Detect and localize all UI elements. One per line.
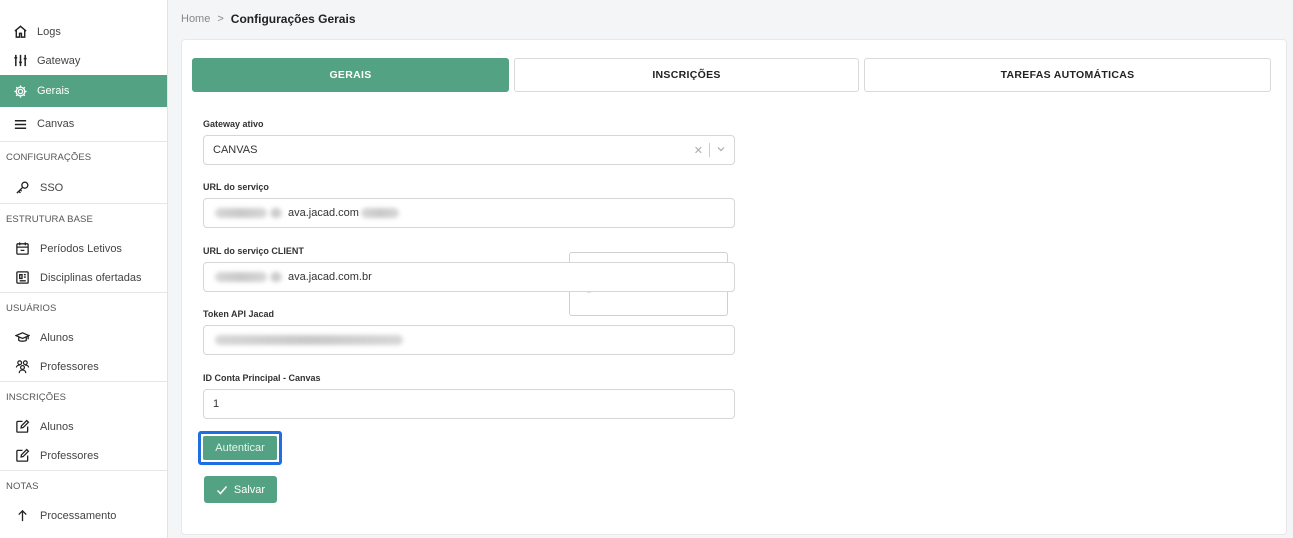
select-divider	[709, 143, 710, 157]
redacted-text	[270, 208, 282, 218]
gateway-select[interactable]: CANVAS ✕	[203, 135, 735, 165]
sidebar-item-usuarios-alunos[interactable]: Alunos	[0, 323, 167, 352]
save-label: Salvar	[233, 483, 266, 496]
conta-input[interactable]: 1	[203, 389, 735, 419]
redacted-text	[270, 272, 282, 282]
sidebar-item-label: Canvas	[37, 118, 75, 130]
sidebar-item-label: Disciplinas ofertadas	[40, 271, 142, 284]
arrow-up-icon	[14, 508, 30, 524]
sidebar-item-usuarios-professores[interactable]: Professores	[0, 352, 167, 381]
save-button[interactable]: Salvar	[204, 476, 277, 503]
sidebar-item-disciplinas-ofertadas[interactable]: Disciplinas ofertadas	[0, 263, 167, 292]
sidebar-item-label: Alunos	[40, 420, 74, 433]
sidebar-item-label: Professores	[40, 360, 99, 373]
sidebar-item-gateway[interactable]: Gateway	[0, 46, 167, 75]
url-client-label: URL do serviço CLIENT	[203, 246, 304, 256]
url-servico-input[interactable]: ava.jacad.com	[203, 198, 735, 228]
page-title: Configurações Gerais	[230, 12, 356, 26]
url-servico-label: URL do serviço	[203, 182, 269, 192]
section-estrutura-base: ESTRUTURA BASE	[0, 203, 167, 234]
redacted-text	[215, 208, 267, 218]
sidebar-item-label: Gateway	[37, 54, 81, 67]
authenticate-button[interactable]: Autenticar	[203, 436, 277, 460]
sidebar-item-inscricoes-alunos[interactable]: Alunos	[0, 412, 167, 441]
conta-value: 1	[213, 398, 220, 410]
key-icon	[14, 180, 30, 196]
redacted-text	[215, 272, 267, 282]
sidebar-item-periodos-letivos[interactable]: Períodos Letivos	[0, 234, 167, 263]
section-configuracoes: CONFIGURAÇÕES	[0, 141, 167, 172]
check-icon	[216, 484, 228, 496]
tab-inscricoes[interactable]: INSCRIÇÕES	[514, 58, 859, 92]
sidebar-item-label: SSO	[40, 181, 64, 194]
section-usuarios: USUÁRIOS	[0, 292, 167, 323]
redacted-text	[360, 208, 399, 218]
url-client-input[interactable]: ava.jacad.com.br	[203, 262, 735, 292]
clear-icon[interactable]: ✕	[694, 144, 703, 157]
tab-gerais[interactable]: GERAIS	[192, 58, 509, 92]
gateway-label: Gateway ativo	[203, 119, 264, 129]
sidebar-item-inscricoes-professores[interactable]: Professores	[0, 441, 167, 470]
sidebar-item-label: Alunos	[40, 331, 74, 344]
sidebar-item-sso[interactable]: SSO	[0, 172, 167, 203]
url-client-value: ava.jacad.com.br	[288, 271, 372, 283]
book-icon	[14, 270, 30, 286]
sliders-icon	[12, 53, 28, 69]
home-icon	[12, 24, 28, 40]
tab-bar: GERAIS INSCRIÇÕES TAREFAS AUTOMÁTICAS	[192, 58, 1271, 92]
breadcrumb-home[interactable]: Home	[181, 13, 210, 25]
sidebar-item-label: Logs	[37, 25, 61, 38]
sidebar-item-processamento[interactable]: Processamento	[0, 501, 167, 530]
sidebar-item-label: Processamento	[40, 509, 117, 522]
menu-icon	[12, 116, 28, 132]
edit-icon	[14, 419, 30, 435]
section-notas: NOTAS	[0, 470, 167, 501]
users-icon	[14, 359, 30, 375]
redacted-text	[215, 335, 403, 345]
tab-tarefas-automaticas[interactable]: TAREFAS AUTOMÁTICAS	[864, 58, 1271, 92]
gateway-value: CANVAS	[213, 144, 258, 156]
sidebar-item-canvas[interactable]: Canvas	[0, 107, 167, 141]
sidebar-item-logs[interactable]: Logs	[0, 17, 167, 46]
section-inscricoes: INSCRIÇÕES	[0, 381, 167, 412]
sidebar-item-label: Professores	[40, 449, 99, 462]
sidebar-item-gerais[interactable]: Gerais	[0, 75, 167, 107]
calendar-icon	[14, 241, 30, 257]
gear-icon	[12, 83, 28, 99]
authenticate-focus-ring: Autenticar	[198, 431, 282, 465]
token-input[interactable]	[203, 325, 735, 355]
breadcrumb: Home > Configurações Gerais	[181, 12, 356, 26]
graduation-cap-icon	[14, 330, 30, 346]
token-label: Token API Jacad	[203, 309, 275, 319]
conta-label: ID Conta Principal - Canvas	[203, 373, 321, 383]
chevron-down-icon[interactable]	[716, 144, 726, 157]
sidebar: Logs Gateway Gerais Canvas CONFIGURAÇÕES…	[0, 0, 168, 538]
breadcrumb-separator: >	[217, 13, 224, 25]
sidebar-item-label: Períodos Letivos	[40, 242, 122, 255]
settings-card: GERAIS INSCRIÇÕES TAREFAS AUTOMÁTICAS Ga…	[181, 39, 1287, 535]
edit-icon	[14, 448, 30, 464]
sidebar-item-label: Gerais	[37, 85, 70, 97]
url-servico-value: ava.jacad.com	[288, 207, 359, 219]
